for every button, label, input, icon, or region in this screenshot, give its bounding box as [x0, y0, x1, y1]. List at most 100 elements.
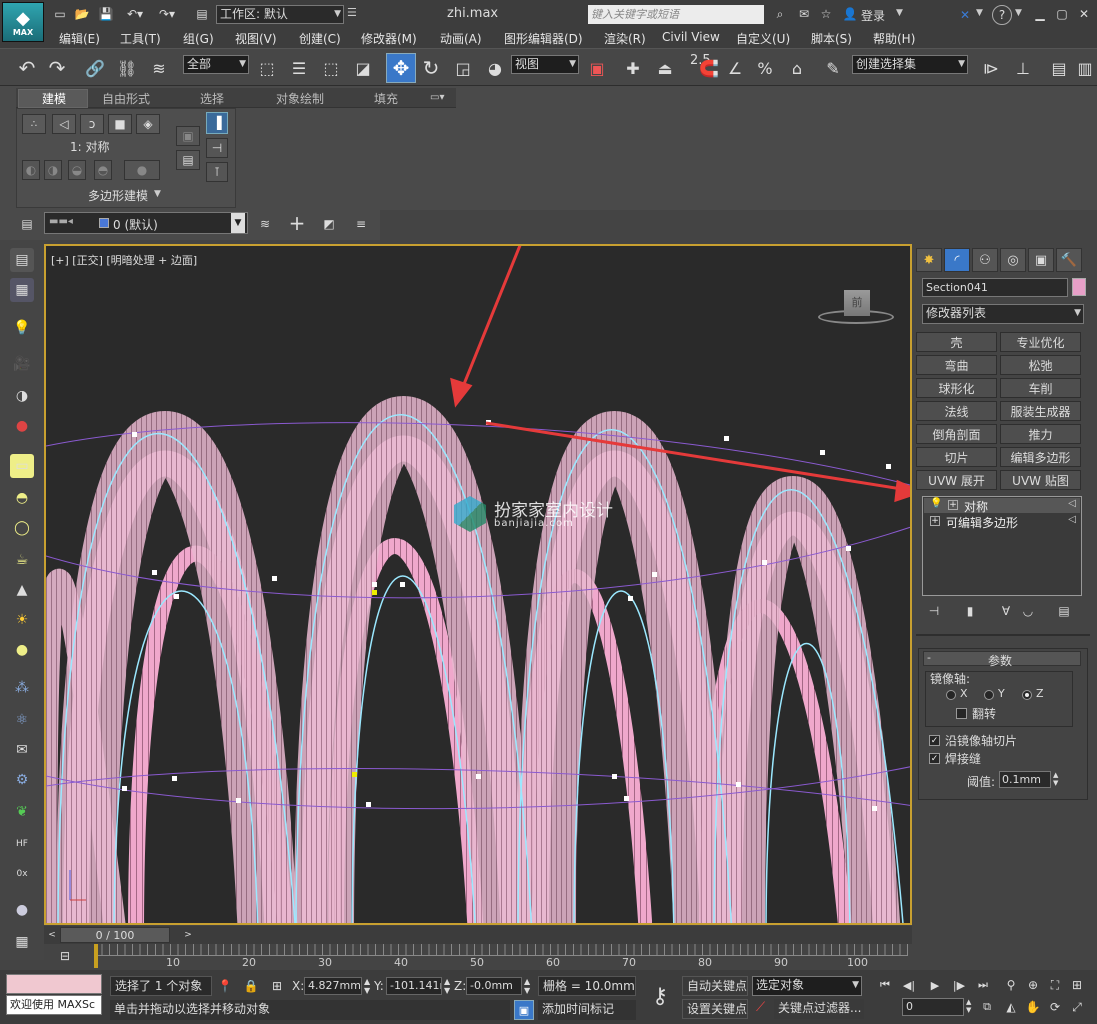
play-icon[interactable]: ▶ [926, 976, 944, 994]
menu-group[interactable]: 组(G) [183, 30, 214, 47]
selection-filter-dropdown[interactable]: 全部 [183, 55, 249, 74]
modifier-spherify-button[interactable]: 球形化 [916, 378, 997, 398]
menu-modifiers[interactable]: 修改器(M) [361, 30, 417, 47]
pan-view-icon[interactable]: ✋ [1024, 998, 1042, 1016]
y-coordinate-field[interactable]: -101.141m [386, 977, 442, 995]
binoculars-icon[interactable]: ⌕ [770, 5, 790, 23]
use-pivot-center-icon[interactable]: ▣ [584, 55, 610, 81]
named-selection-dropdown[interactable]: 创建选择集 [852, 55, 968, 74]
track-bar[interactable]: ⊟ 10 20 30 40 50 60 70 80 90 100 [44, 944, 912, 970]
viewport-label[interactable]: [+] [正交] [明暗处理 + 边面] [51, 252, 197, 268]
element-mode-icon[interactable]: ◈ [136, 114, 160, 134]
absolute-mode-icon[interactable]: ⊞ [268, 977, 286, 995]
show-end-result-icon[interactable]: ◒ [68, 160, 86, 180]
hair-fur-icon[interactable]: HF [10, 832, 34, 856]
app-logo-button[interactable]: ◆ MAX [2, 2, 44, 42]
texture-icon[interactable]: 0x [10, 862, 34, 886]
save-file-icon[interactable]: 💾 [98, 6, 114, 22]
modifier-lathe-button[interactable]: 车削 [1000, 378, 1081, 398]
modifier-normal-button[interactable]: 法线 [916, 401, 997, 421]
display-tab-icon[interactable]: ▣ [1028, 248, 1054, 272]
select-and-rotate-icon[interactable]: ↻ [418, 55, 444, 81]
threshold-spinner-icon[interactable]: ▲ ▼ [1053, 771, 1063, 788]
rectangular-selection-icon[interactable]: ⬚ [318, 55, 344, 81]
select-and-place-icon[interactable]: ◕ [482, 55, 508, 81]
viewcube[interactable]: 前 [818, 286, 894, 328]
axis-y-radio[interactable] [984, 690, 994, 700]
display-explorer-icon[interactable]: ▦ [10, 278, 34, 302]
modifier-uvw-map-button[interactable]: UVW 贴图 [1000, 470, 1081, 490]
login-dropdown-icon[interactable]: ▼ [896, 8, 903, 18]
set-key-button[interactable]: 设置关键点 [682, 999, 748, 1019]
redo-toolbar-icon[interactable]: ↷ [44, 55, 70, 81]
make-unique-icon[interactable]: ◓ [94, 160, 112, 180]
animation-icon[interactable]: ◑ [10, 384, 34, 408]
modifier-push-button[interactable]: 推力 [1000, 424, 1081, 444]
sun-light-icon[interactable]: ☀ [10, 608, 34, 632]
new-file-icon[interactable]: ▭ [52, 6, 68, 22]
flip-checkbox[interactable] [956, 708, 967, 719]
object-name-field[interactable]: Section041 [922, 278, 1068, 297]
y-spinner-icon[interactable]: ▲ ▼ [444, 977, 450, 995]
sphere-icon[interactable]: ● [10, 638, 34, 662]
help-dropdown-icon[interactable]: ▼ [1015, 8, 1022, 18]
gear-icon[interactable]: ⚙ [10, 768, 34, 792]
ribbon-tab-populate[interactable]: 填充 [374, 90, 398, 107]
motion-tab-icon[interactable]: ◎ [1000, 248, 1026, 272]
selection-lock-icon[interactable]: 🔒 [242, 977, 260, 995]
z-coordinate-field[interactable]: -0.0mm [466, 977, 522, 995]
modifier-bend-button[interactable]: 弯曲 [916, 355, 997, 375]
remove-modifier-button[interactable]: ◡ [1018, 602, 1038, 620]
isolate-selection-icon[interactable]: 📍 [216, 977, 234, 995]
remove-modifier-icon[interactable]: ● [124, 160, 160, 180]
menu-views[interactable]: 视图(V) [235, 30, 277, 47]
modifier-shell-button[interactable]: 壳 [916, 332, 997, 352]
toggle-scene-explorer-icon[interactable]: ▤ [1046, 55, 1072, 81]
edit-named-selection-icon[interactable]: ✎ [820, 55, 846, 81]
previous-frame-icon[interactable]: ◀| [900, 976, 918, 994]
create-tab-icon[interactable]: ✸ [916, 248, 942, 272]
plane-icon[interactable]: ▭ [10, 454, 34, 478]
keyboard-shortcut-override-icon[interactable]: ⏏ [652, 55, 678, 81]
z-spinner-icon[interactable]: ▲ ▼ [524, 977, 530, 995]
modifier-garment-maker-button[interactable]: 服装生成器 [1000, 401, 1081, 421]
exchange-dropdown-icon[interactable]: ▼ [976, 8, 983, 18]
zoom-all-icon[interactable]: ⊕ [1024, 976, 1042, 994]
modifier-unwrap-uvw-button[interactable]: UVW 展开 [916, 470, 997, 490]
help-icon[interactable]: ? [992, 5, 1012, 25]
select-by-name-icon[interactable]: ☰ [286, 55, 312, 81]
modifier-slice-button[interactable]: 切片 [916, 447, 997, 467]
menu-scripting[interactable]: 脚本(S) [811, 30, 852, 47]
light-lister-icon[interactable]: 💡 [10, 316, 34, 340]
modifier-list-dropdown[interactable]: 修改器列表 [922, 304, 1084, 324]
x-coordinate-field[interactable]: 4.827mm [304, 977, 362, 995]
snap-left2-icon[interactable]: ▤ [176, 150, 200, 170]
minimize-icon[interactable]: ▁ [1030, 4, 1050, 24]
spinner-snap-icon[interactable]: ⌂ [784, 55, 810, 81]
frame-spinner-icon[interactable]: ▲ ▼ [966, 998, 971, 1014]
set-key-icon[interactable]: ⚷ [644, 980, 676, 1012]
select-manipulate-icon[interactable]: ✚ [620, 55, 646, 81]
zoom-icon[interactable]: ⚲ [1002, 976, 1020, 994]
use-displace-icon[interactable]: ◑ [44, 160, 62, 180]
toggle-layer-explorer-icon[interactable]: ▥ [1072, 55, 1097, 81]
torus-icon[interactable]: ◯ [10, 516, 34, 540]
modifier-prooptimizer-button[interactable]: 专业优化 [1000, 332, 1081, 352]
pin-stack-button[interactable]: ⊣ [924, 602, 944, 620]
record-icon[interactable]: ● [10, 414, 34, 438]
workspace-dropdown[interactable]: 工作区: 默认 [216, 5, 344, 24]
slice-along-mirror-checkbox[interactable]: ✓ [929, 735, 940, 746]
exchange-icon[interactable]: ✕ [955, 5, 975, 25]
time-slider-thumb[interactable]: 0 / 100 [60, 927, 170, 943]
time-prev-icon[interactable]: < [46, 928, 58, 942]
border-mode-icon[interactable]: ↄ [80, 114, 104, 134]
preserve-uvs-icon[interactable]: ◐ [22, 160, 40, 180]
time-configuration-icon[interactable]: ⧉ [978, 998, 996, 1016]
orbit-icon[interactable]: ⟳ [1046, 998, 1064, 1016]
zoom-extents-icon[interactable]: ⛶ [1046, 976, 1064, 994]
field-of-view-icon[interactable]: ◭ [1002, 998, 1020, 1016]
align-icon[interactable]: ⊥ [1010, 55, 1036, 81]
make-unique-button[interactable]: ∀ [996, 602, 1016, 620]
login-label[interactable]: 登录 [861, 7, 885, 24]
scene-explorer-icon[interactable]: ▤ [10, 248, 34, 272]
